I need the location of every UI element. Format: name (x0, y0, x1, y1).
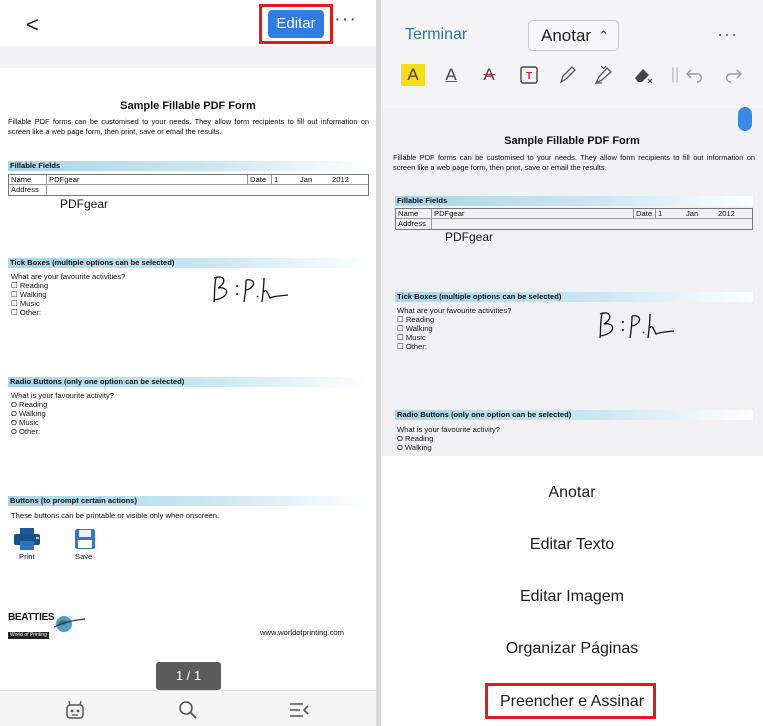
back-button[interactable]: < (26, 12, 39, 38)
more-button[interactable]: ··· (334, 8, 357, 31)
radio-question: What is your favourite activity? (11, 391, 114, 400)
typed-annotation[interactable]: PDFgear (445, 230, 493, 244)
menu-organize-pages[interactable]: Organizar Páginas (381, 640, 763, 658)
website-text: www.worldofprinting.com (260, 628, 344, 637)
more-button[interactable]: ··· (717, 24, 738, 45)
page-gap (0, 46, 376, 68)
tick-question: What are your favourite activities? (11, 272, 126, 281)
name-label: Name (9, 175, 47, 185)
radio-option[interactable]: O Walking (11, 409, 46, 418)
pdf-title: Sample Fillable PDF Form (504, 135, 640, 147)
right-screen: Terminar Anotar ⌃ ⌄ ··· A A A T || Sampl… (381, 0, 763, 726)
printer-icon[interactable] (13, 527, 43, 551)
radio-option[interactable]: O Walking (397, 443, 432, 452)
robot-assistant-icon[interactable] (64, 699, 86, 721)
radio-question: What is your favourite activity? (397, 425, 500, 434)
fillable-table: Name PDFgear Date 1 Jan 2012 Address (395, 208, 753, 230)
mode-selector[interactable]: Anotar ⌃ ⌄ (528, 20, 619, 72)
tick-option[interactable]: ☐ Walking (11, 290, 47, 299)
left-screen: < Editar ··· Sample Fillable PDF Form Fi… (0, 0, 376, 726)
top-nav-bar: < Editar ··· (0, 0, 376, 46)
menu-edit-text[interactable]: Editar Texto (381, 536, 763, 554)
pdf-page: Sample Fillable PDF Form Fillable PDF fo… (381, 108, 763, 456)
edit-highlight-frame (259, 4, 333, 44)
address-label: Address (396, 219, 432, 229)
strikethrough-A-icon[interactable]: A (477, 64, 501, 86)
radio-option[interactable]: O Reading (11, 400, 47, 409)
list-menu-icon[interactable] (288, 699, 310, 721)
bottom-toolbar (0, 690, 376, 726)
address-field[interactable] (47, 185, 368, 195)
date-label: Date (248, 175, 272, 185)
menu-annotate[interactable]: Anotar (381, 484, 763, 502)
beatties-logo: BEATTIES World of Printing (8, 612, 55, 639)
pdf-page: Sample Fillable PDF Form Fillable PDF fo… (0, 68, 376, 662)
tick-option[interactable]: ☐ Other: (397, 342, 427, 351)
pdf-title: Sample Fillable PDF Form (120, 100, 256, 112)
undo-icon[interactable] (683, 64, 707, 86)
eraser-icon[interactable] (631, 64, 655, 86)
name-field[interactable]: PDFgear (47, 175, 248, 185)
document-view: Sample Fillable PDF Form Fillable PDF fo… (381, 108, 763, 456)
tick-option[interactable]: ☐ Reading (397, 315, 434, 324)
tick-option[interactable]: ☐ Music (397, 333, 426, 342)
radio-heading: Radio Buttons (only one option can be se… (395, 410, 753, 420)
date-month-field[interactable]: Jan (298, 175, 330, 185)
svg-text:T: T (526, 71, 532, 82)
done-button[interactable]: Terminar (405, 26, 467, 44)
redo-icon[interactable] (721, 64, 745, 86)
tick-option[interactable]: ☐ Reading (11, 281, 48, 290)
pencil-icon[interactable] (555, 64, 579, 86)
pdf-intro: Fillable PDF forms can be customised to … (393, 153, 755, 172)
save-label: Save (75, 552, 93, 561)
annotate-toolbar: Terminar Anotar ⌃ ⌄ ··· A A A T || (381, 0, 763, 108)
highlight-A-icon[interactable]: A (401, 64, 425, 86)
fill-sign-highlight-frame (485, 683, 656, 719)
date-year-field[interactable]: 2012 (330, 175, 368, 185)
tick-question: What are your favourite activities? (397, 306, 512, 315)
name-field[interactable]: PDFgear (432, 209, 634, 219)
buttons-note: These buttons can be printable or visibl… (11, 511, 220, 520)
text-box-icon[interactable]: T (517, 64, 541, 86)
address-label: Address (9, 185, 47, 195)
name-label: Name (396, 209, 432, 219)
tick-option[interactable]: ☐ Music (11, 299, 40, 308)
print-label: Print (19, 552, 35, 561)
tick-heading: Tick Boxes (multiple options can be sele… (8, 258, 369, 268)
date-day-field[interactable]: 1 (656, 209, 684, 219)
fillable-table: Name PDFgear Date 1 Jan 2012 Address (8, 174, 369, 196)
date-label: Date (634, 209, 656, 219)
menu-edit-image[interactable]: Editar Imagem (381, 588, 763, 606)
fillable-heading: Fillable Fields (395, 196, 753, 206)
tick-heading: Tick Boxes (multiple options can be sele… (395, 292, 753, 302)
buttons-heading: Buttons (to prompt certain actions) (8, 496, 369, 506)
radio-option[interactable]: O Reading (397, 434, 433, 443)
radio-option[interactable]: O Music (11, 418, 39, 427)
address-field[interactable] (432, 219, 752, 229)
radio-option[interactable]: O Other: (11, 427, 40, 436)
underline-A-icon[interactable]: A (439, 64, 463, 86)
signature-image[interactable] (596, 308, 676, 342)
pdf-intro: Fillable PDF forms can be customised to … (8, 117, 369, 136)
tick-option[interactable]: ☐ Other: (11, 308, 41, 317)
fillable-heading: Fillable Fields (8, 161, 369, 171)
date-month-field[interactable]: Jan (684, 209, 716, 219)
highlighter-pen-icon[interactable] (591, 64, 615, 86)
typed-annotation[interactable]: PDFgear (60, 197, 108, 211)
mode-label: Anotar (541, 26, 592, 45)
signature-image[interactable] (210, 272, 290, 306)
date-day-field[interactable]: 1 (272, 175, 298, 185)
tick-option[interactable]: ☐ Walking (397, 324, 433, 333)
globe-icon (54, 616, 86, 632)
radio-heading: Radio Buttons (only one option can be se… (8, 377, 369, 387)
scroll-handle[interactable] (738, 107, 752, 131)
save-disk-icon[interactable] (74, 528, 96, 550)
search-icon[interactable] (177, 699, 199, 721)
date-year-field[interactable]: 2012 (716, 209, 752, 219)
page-indicator[interactable]: 1 / 1 (156, 662, 221, 690)
